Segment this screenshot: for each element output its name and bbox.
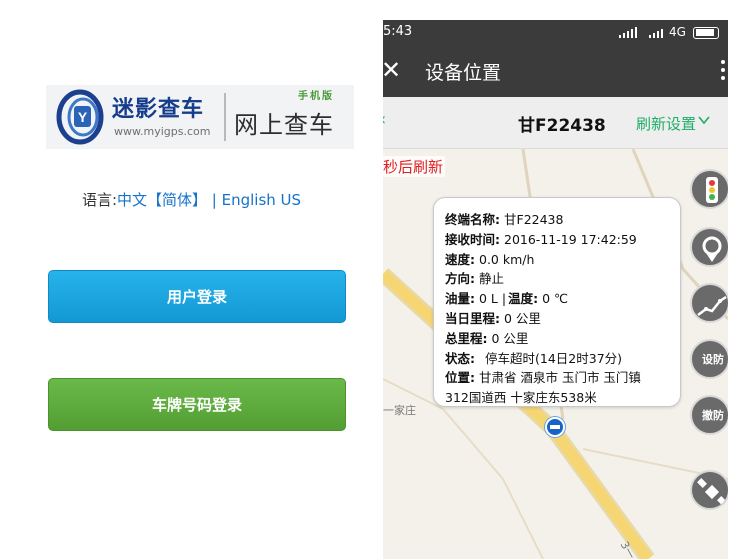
fuel-value: 0 L | [479,291,507,307]
total-mileage-label: 总里程: [445,330,488,346]
satellite-icon [697,478,727,506]
page-title: 设备位置 [425,62,502,84]
disarm-label: 撤防 [702,409,724,422]
language-chinese-link[interactable]: 中文【简体】 [117,191,207,209]
logo-divider [224,93,226,141]
network-type: 4G [669,25,686,39]
receive-time-value: 2016-11-19 17:42:59 [504,231,637,247]
arm-label: 设防 [702,353,724,366]
signal-icon [619,27,637,38]
receive-time-label: 接收时间: [445,231,500,247]
vehicle-info-window: 终端名称: 甘F22438 接收时间: 2016-11-19 17:42:59 速度… [433,197,681,407]
day-mileage-value: 0 公里 [504,310,541,326]
track-line-icon [697,295,727,316]
speed-label: 速度: [445,251,475,267]
fuel-label: 油量: [445,291,475,307]
refresh-settings-dropdown[interactable]: 刷新设置 [636,113,696,134]
language-english-link[interactable]: English US [222,191,301,209]
total-mileage-value: 0 公里 [491,330,529,346]
direction-value: 静止 [479,271,505,287]
traffic-light-button[interactable] [690,169,728,209]
arm-button[interactable]: 设防 [690,339,728,379]
satellite-button[interactable] [690,470,728,510]
vehicle-header: ‹ 甘F22438 刷新设置 [383,97,728,149]
location-label: 位置: [445,370,475,386]
speed-value: 0.0 km/h [479,251,535,267]
track-button[interactable] [690,283,728,323]
location-pin-icon [702,236,722,262]
battery-icon [693,27,719,39]
location-line1: 甘肃省 酒泉市 玉门市 玉门镇 [479,370,641,386]
locate-button[interactable] [690,227,728,267]
language-separator: | [207,191,222,209]
map-view[interactable]: 秒后刷新 一家庄 3一 终端名称: 甘F22438 接收时间: 2016-11-19… [383,149,728,559]
status-bar: 5:43 4G [383,20,728,45]
day-mileage-label: 当日里程: [445,310,500,326]
brand-name: 迷影查车 [112,97,205,122]
chevron-down-icon[interactable] [698,114,710,126]
vehicle-marker-icon[interactable] [545,417,565,437]
map-place-label: 一家庄 [383,404,416,417]
svg-text:Y: Y [78,109,88,125]
brand-url: www.myigps.com [114,125,211,138]
status-time: 5:43 [383,24,413,39]
user-login-button[interactable]: 用户登录 [48,270,346,323]
traffic-light-icon [706,177,718,203]
temperature-value: 0 ℃ [542,291,569,307]
close-icon[interactable]: ✕ [383,56,401,84]
status-value: 停车超时(14日2时37分) [485,350,623,366]
logo-mark-icon: Y [56,89,104,145]
disarm-button[interactable]: 撤防 [690,395,728,435]
language-selector: 语言:中文【简体】 | English US [0,189,383,210]
more-menu-icon[interactable] [721,60,727,84]
language-prefix: 语言: [81,191,117,209]
plate-login-button[interactable]: 车牌号码登录 [48,378,346,431]
brand-logo: Y 迷影查车 www.myigps.com 手机版 网上查车 [46,85,354,149]
mobile-tag: 手机版 [298,91,334,102]
back-icon[interactable]: ‹ [383,109,386,130]
location-line2: 312国道西 十家庄东538米 [445,390,597,406]
temperature-label: 温度: [508,291,539,307]
status-label: 状态: [445,350,475,366]
plate-number: 甘F22438 [518,116,606,136]
signal-icon [649,29,663,38]
login-screen: Y 迷影查车 www.myigps.com 手机版 网上查车 语言:中文【简体】… [0,0,383,559]
refresh-countdown: 秒后刷新 [383,156,446,177]
app-bar: ✕ 设备位置 [383,45,728,97]
direction-label: 方向: [445,271,475,287]
online-tracking-title: 网上查车 [234,111,334,139]
terminal-value: 甘F22438 [504,212,564,227]
terminal-label: 终端名称: [445,212,500,227]
device-location-screen: 5:43 4G ✕ 设备位置 ‹ 甘F22438 刷新设置 [383,20,728,559]
